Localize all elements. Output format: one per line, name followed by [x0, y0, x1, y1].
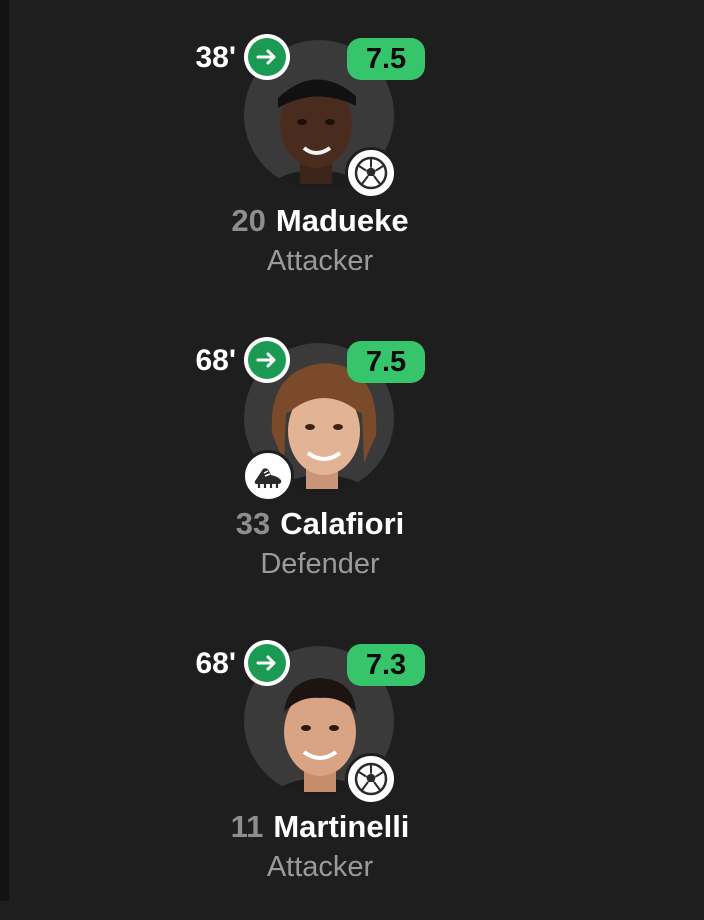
shirt-number: 11	[230, 809, 264, 844]
player-position: Attacker	[266, 245, 374, 277]
substitution-minute: 38'	[195, 41, 236, 74]
rating-badge: 7.5	[347, 341, 425, 383]
player-name-line: 11 Martinelli	[0, 809, 640, 845]
shirt-number: 33	[235, 506, 271, 541]
player-name-line: 33 Calafiori	[0, 506, 640, 542]
player-name: Madueke	[275, 203, 409, 238]
player-position: Defender	[260, 548, 380, 580]
substitution-in-icon	[244, 337, 290, 383]
player-position: Attacker	[266, 851, 374, 883]
substitution-minute: 68'	[195, 647, 236, 680]
substitution-in-icon	[244, 640, 290, 686]
football-boot-icon	[242, 450, 294, 502]
player-card-madueke[interactable]: 38' 7.5 20 Madueke Attacker	[0, 34, 704, 314]
rating-badge: 7.5	[347, 38, 425, 80]
rating-badge: 7.3	[347, 644, 425, 686]
player-name: Martinelli	[273, 809, 410, 844]
player-card-calafiori[interactable]: 68' 7.5 33 Calafiori Defender	[0, 337, 704, 617]
player-card-martinelli[interactable]: 68' 7.3 11 Martinelli Attacker	[0, 640, 704, 920]
player-name-line: 20 Madueke	[0, 203, 640, 239]
substitution-in-icon	[244, 34, 290, 80]
soccer-ball-icon	[345, 147, 397, 199]
substitution-minute: 68'	[195, 344, 236, 377]
player-name: Calafiori	[280, 506, 405, 541]
soccer-ball-icon	[345, 753, 397, 805]
shirt-number: 20	[231, 203, 266, 238]
